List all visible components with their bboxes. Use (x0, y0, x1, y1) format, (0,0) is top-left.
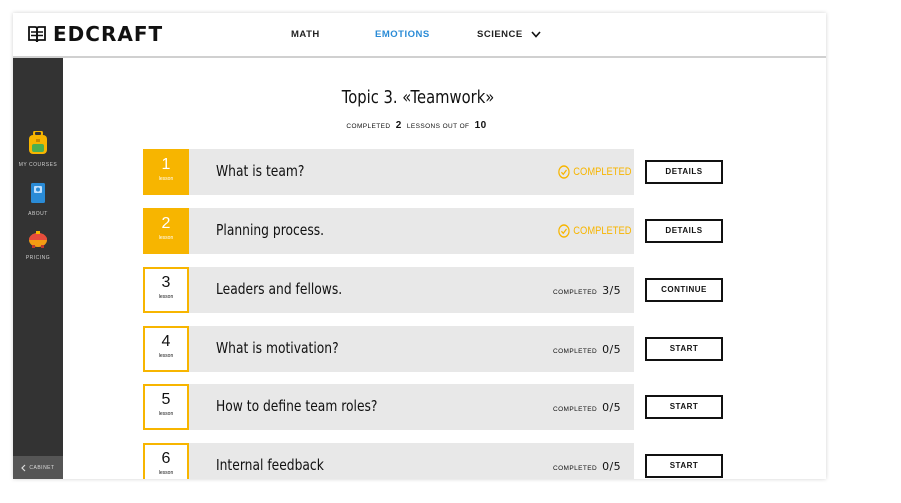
lesson-title: What is motivation? (216, 339, 339, 357)
lesson-number: 6 (161, 450, 171, 467)
lesson-number: 5 (161, 391, 171, 408)
lesson-word: lesson (158, 470, 174, 476)
lesson-row: 1 lesson What is team? COMPLETED DETAILS (143, 149, 734, 195)
lesson-word: lesson (158, 294, 174, 300)
lesson-word: lesson (158, 235, 174, 241)
piggy-bank-icon (29, 231, 47, 248)
cabinet-button[interactable]: CABINET (13, 456, 63, 479)
lesson-title: Internal feedback (216, 456, 324, 474)
progress-label: COMPLETED (553, 289, 598, 296)
lesson-word: lesson (158, 176, 174, 182)
start-button[interactable]: START (645, 454, 723, 478)
lesson-title: How to define team roles? (216, 397, 378, 415)
sidebar-item-label: MY COURSES (18, 162, 58, 168)
start-button[interactable]: START (645, 395, 723, 419)
lesson-progress: COMPLETED 0/5 (553, 343, 621, 356)
sidebar-item-pricing[interactable]: PRICING (13, 230, 63, 261)
total-count: 10 (474, 120, 487, 131)
lesson-status: COMPLETED (558, 224, 631, 238)
lesson-progress: COMPLETED 0/5 (553, 401, 621, 414)
book-icon (31, 183, 45, 203)
lesson-number-badge: 5 lesson (143, 384, 189, 430)
logo[interactable]: EDCRAFT (27, 22, 163, 46)
lesson-number: 1 (161, 156, 171, 173)
lesson-number-badge: 6 lesson (143, 443, 189, 479)
details-button[interactable]: DETAILS (645, 219, 723, 243)
lesson-status-label: COMPLETED (573, 225, 632, 237)
check-circle-icon (558, 224, 570, 238)
lesson-number: 2 (161, 215, 171, 232)
nav-science-label: SCIENCE (477, 29, 523, 40)
sidebar-item-about[interactable]: ABOUT (13, 182, 63, 217)
details-button[interactable]: DETAILS (645, 160, 723, 184)
nav-science[interactable]: SCIENCE (477, 29, 541, 40)
sidebar-item-label: PRICING (25, 255, 51, 261)
chevron-down-icon (531, 31, 541, 38)
chevron-left-icon (21, 464, 26, 471)
top-header: EDCRAFT MATH EMOTIONS SCIENCE (13, 13, 826, 58)
check-circle-icon (558, 165, 570, 179)
lesson-progress: COMPLETED 0/5 (553, 460, 621, 473)
progress-value: 3/5 (602, 284, 621, 297)
progress-value: 0/5 (602, 343, 621, 356)
sidebar: MY COURSES ABOUT PRICING CABINET (13, 58, 63, 479)
progress-label: COMPLETED (553, 348, 598, 355)
completion-summary: COMPLETED 2 LESSONS OUT OF 10 (293, 120, 543, 131)
lesson-word: lesson (158, 353, 174, 359)
start-button[interactable]: START (645, 337, 723, 361)
progress-value: 0/5 (602, 460, 621, 473)
lesson-number-badge: 1 lesson (143, 149, 189, 195)
progress-label: COMPLETED (553, 465, 598, 472)
cabinet-label: CABINET (29, 464, 55, 471)
lesson-number-badge: 2 lesson (143, 208, 189, 254)
lesson-row: 2 lesson Planning process. COMPLETED DET… (143, 208, 734, 254)
lesson-title: What is team? (216, 162, 305, 180)
lesson-row: 6 lesson Internal feedback COMPLETED 0/5 … (143, 443, 734, 479)
lesson-row: 5 lesson How to define team roles? COMPL… (143, 384, 734, 430)
app-window: EDCRAFT MATH EMOTIONS SCIENCE MY COURSES (13, 13, 826, 479)
sidebar-item-label: ABOUT (28, 211, 48, 217)
lesson-title: Leaders and fellows. (216, 280, 343, 298)
lesson-status: COMPLETED (558, 165, 631, 179)
nav-emotions[interactable]: EMOTIONS (375, 29, 430, 40)
lesson-row: 3 lesson Leaders and fellows. COMPLETED 3… (143, 267, 734, 313)
lesson-number: 3 (161, 274, 171, 291)
page-title: Topic 3. «Teamwork» (341, 87, 495, 108)
summary-mid: LESSONS OUT OF (406, 123, 470, 130)
continue-button[interactable]: CONTINUE (645, 278, 723, 302)
logo-text: EDCRAFT (53, 22, 164, 46)
lesson-number-badge: 3 lesson (143, 267, 189, 313)
lesson-status-label: COMPLETED (573, 166, 632, 178)
lesson-title: Planning process. (216, 221, 325, 239)
backpack-icon (29, 130, 47, 154)
completed-count: 2 (395, 120, 402, 131)
progress-label: COMPLETED (553, 406, 598, 413)
lesson-number-badge: 4 lesson (143, 326, 189, 372)
summary-prefix: COMPLETED (346, 123, 391, 130)
progress-value: 0/5 (602, 401, 621, 414)
lesson-word: lesson (158, 411, 174, 417)
sidebar-item-my-courses[interactable]: MY COURSES (13, 130, 63, 168)
lesson-row: 4 lesson What is motivation? COMPLETED 0/… (143, 326, 734, 372)
nav-math[interactable]: MATH (291, 29, 320, 40)
open-book-logo-icon (28, 26, 46, 43)
lesson-number: 4 (161, 333, 171, 350)
lesson-progress: COMPLETED 3/5 (553, 284, 621, 297)
